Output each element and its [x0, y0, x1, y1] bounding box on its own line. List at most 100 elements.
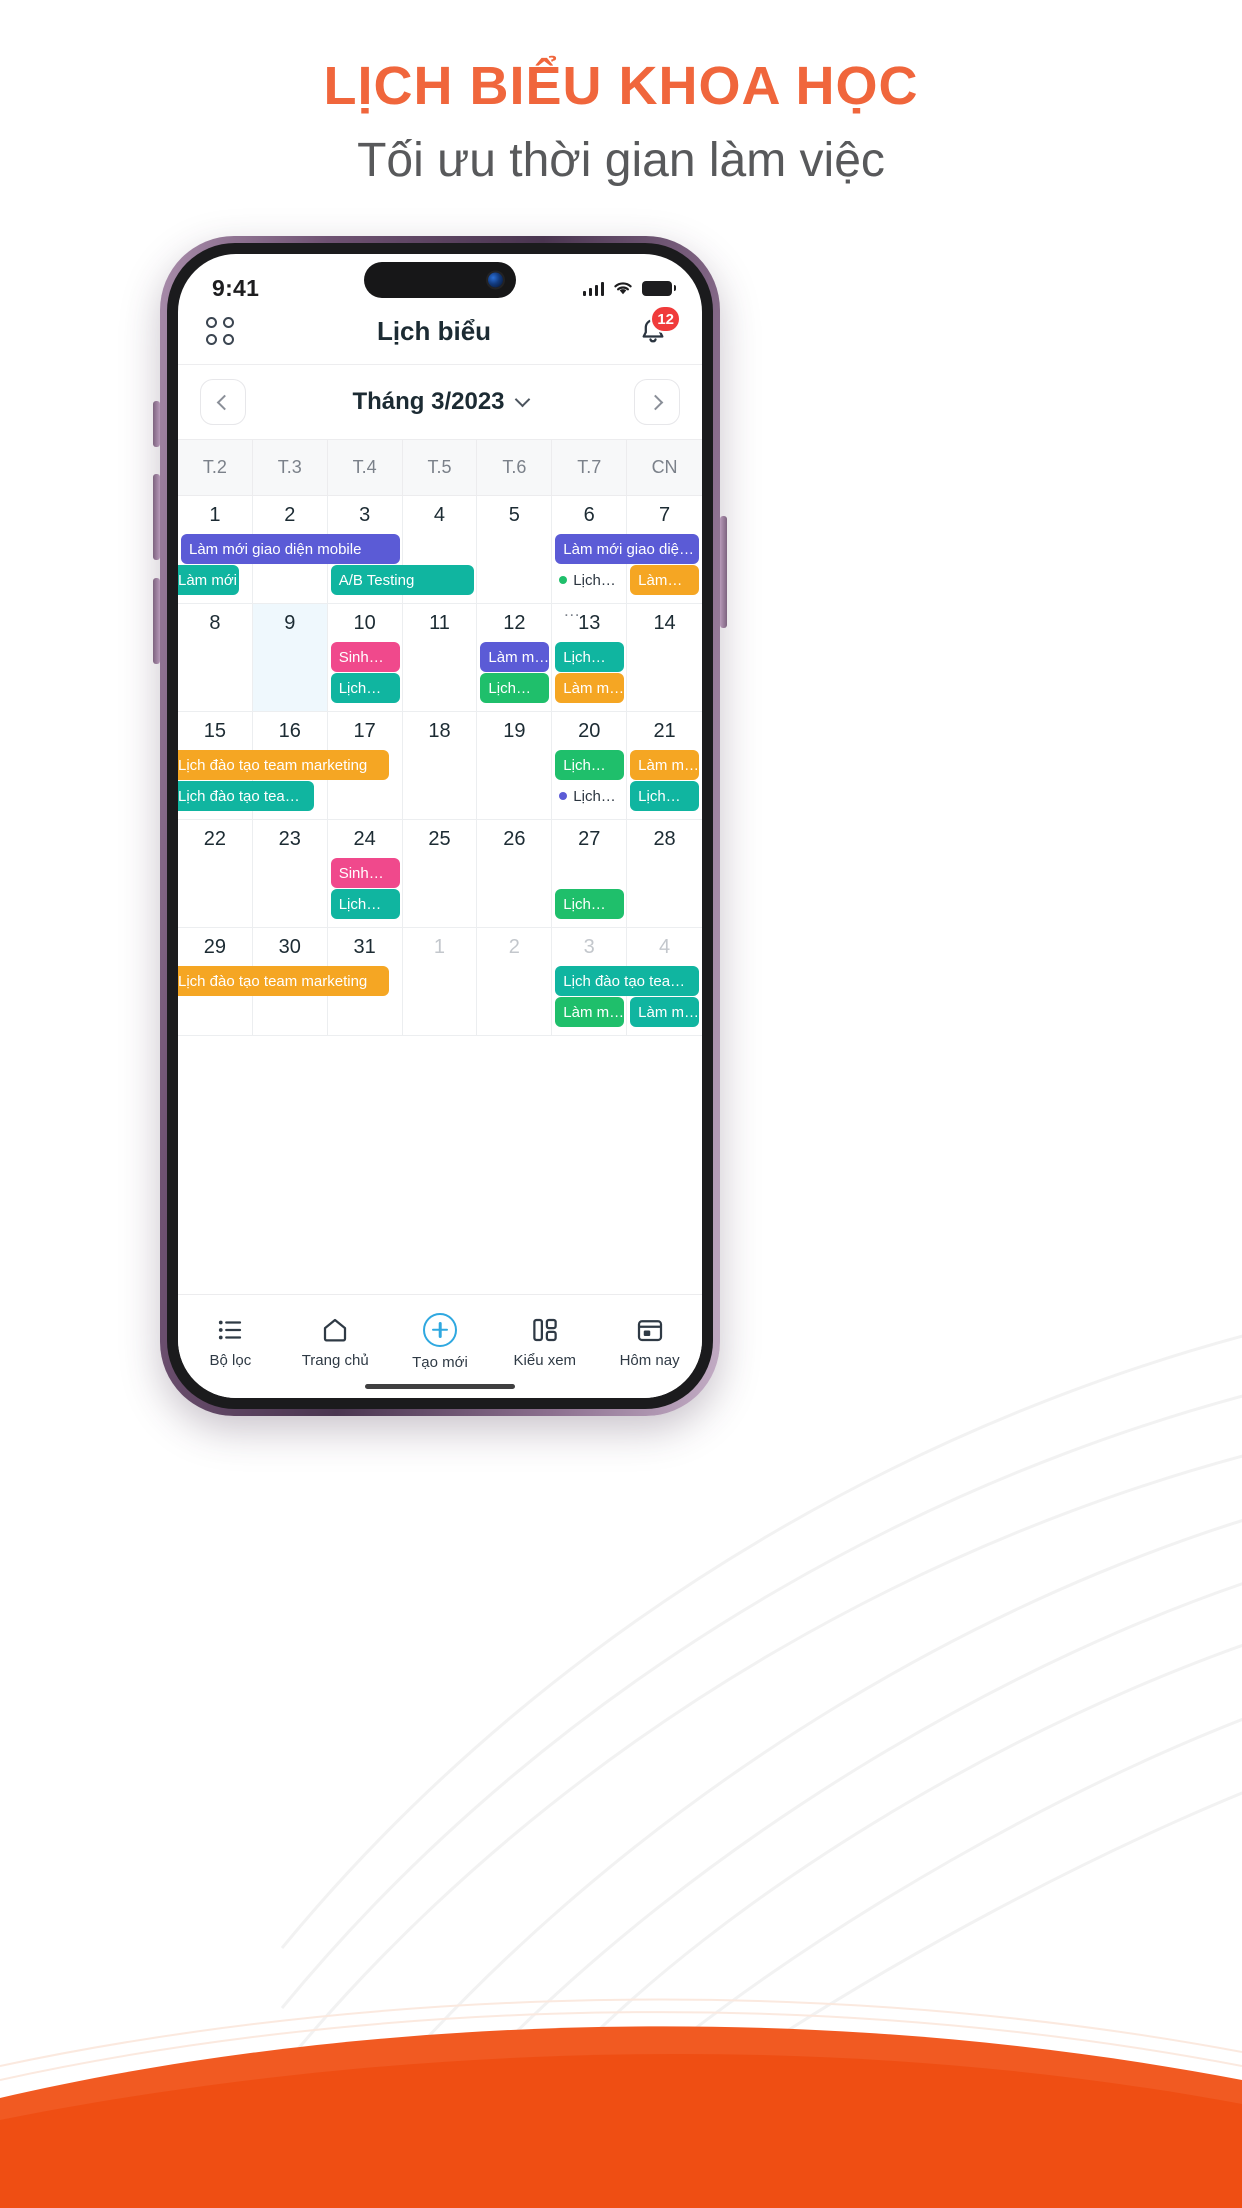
- calendar-event[interactable]: Lịch…: [555, 565, 624, 595]
- day-number: 31: [353, 936, 376, 958]
- calendar-day-cell[interactable]: 19: [477, 712, 553, 820]
- app-bar: Lịch biểu 12: [178, 305, 702, 365]
- month-label: Tháng 3/2023: [352, 388, 505, 415]
- weekday-2: T.4: [328, 440, 403, 495]
- calendar-event[interactable]: Lịch đào tạo team marketing: [178, 750, 389, 780]
- day-number: 11: [429, 612, 450, 634]
- weekday-6: CN: [651, 457, 678, 477]
- calendar-today-icon: [635, 1315, 665, 1345]
- calendar-event[interactable]: Lịch…: [330, 673, 400, 703]
- calendar-event[interactable]: Lịch…: [630, 781, 699, 811]
- battery-icon: [642, 280, 676, 296]
- calendar-day-cell[interactable]: 26: [477, 820, 553, 928]
- calendar-event[interactable]: Lịch đào tạo team marketing: [178, 966, 389, 996]
- day-number: 4: [433, 504, 446, 526]
- calendar-day-cell[interactable]: 22: [178, 820, 253, 928]
- calendar-day-cell[interactable]: 9: [252, 604, 328, 712]
- calendar-day-cell[interactable]: 8: [178, 604, 253, 712]
- day-number: 7: [659, 504, 671, 526]
- calendar-event[interactable]: Lịch…: [555, 889, 625, 919]
- calendar-event[interactable]: Làm…: [630, 565, 699, 595]
- calendar-event[interactable]: Lịch…: [555, 750, 625, 780]
- weekday-0: T.2: [178, 440, 253, 495]
- tab-label: Tạo mới: [412, 1353, 468, 1371]
- day-number: 21: [653, 720, 676, 742]
- dynamic-island: [364, 262, 516, 298]
- calendar-day-cell[interactable]: 28: [627, 820, 702, 928]
- chevron-down-icon: [514, 391, 530, 407]
- power-button[interactable]: [720, 516, 727, 628]
- tab-tạo-mới[interactable]: Tạo mới: [388, 1312, 493, 1371]
- phone-mockup: 9:41 Lịch biểu 12 Tháng 3/2023 T.2 T.3 T…: [160, 236, 720, 1416]
- notification-badge: 12: [650, 305, 681, 333]
- day-number: 5: [508, 504, 520, 526]
- event-dot: [559, 576, 568, 584]
- calendar-event[interactable]: Lịch…: [555, 781, 624, 811]
- volume-up-button[interactable]: [153, 474, 160, 560]
- calendar-event[interactable]: Sinh…: [330, 642, 400, 672]
- calendar-event[interactable]: Làm mới giao diệ…: [555, 534, 699, 564]
- tab-label: Kiểu xem: [513, 1351, 577, 1369]
- day-number: 15: [203, 720, 227, 742]
- calendar-event[interactable]: Làm m…: [480, 642, 550, 672]
- orange-wave: [0, 1998, 1242, 2208]
- calendar-day-cell[interactable]: 23: [252, 820, 328, 928]
- calendar-event[interactable]: Làm m…: [630, 750, 699, 780]
- weekday-5: T.7: [552, 440, 628, 495]
- day-number: 30: [278, 936, 301, 958]
- page-subtitle: Tối ưu thời gian làm việc: [357, 134, 885, 187]
- calendar-event[interactable]: Làm m…: [555, 673, 625, 703]
- bottom-navigation: Bộ lọc Trang chủ Tạo mới Kiểu xem Hôm nay: [178, 1294, 702, 1398]
- day-number: 1: [433, 936, 446, 958]
- grid-apps-icon[interactable]: [206, 317, 234, 345]
- day-number: 27: [578, 828, 601, 850]
- weekday-4: T.6: [477, 440, 553, 495]
- calendar-day-cell[interactable]: 5: [477, 496, 553, 604]
- event-label: Lịch…: [573, 787, 616, 805]
- next-month-button[interactable]: [634, 379, 680, 425]
- calendar-event[interactable]: Lịch…: [330, 889, 400, 919]
- calendar-day-cell[interactable]: 11: [402, 604, 478, 712]
- calendar-event[interactable]: Làm mới giao diện mobile: [181, 534, 400, 564]
- tab-hôm-nay[interactable]: Hôm nay: [597, 1315, 702, 1369]
- calendar-day-cell[interactable]: 2: [477, 928, 553, 1036]
- calendar-day-cell[interactable]: 1: [402, 928, 478, 1036]
- mute-switch[interactable]: [153, 401, 160, 447]
- calendar-event[interactable]: Lịch đào tạo tea…: [178, 781, 314, 811]
- event-label: Lịch…: [573, 571, 616, 589]
- calendar-event[interactable]: Làm mới giao…: [178, 565, 239, 595]
- filter-list-icon: [215, 1315, 245, 1345]
- day-number: 12: [503, 612, 526, 634]
- calendar-day-cell[interactable]: 25: [402, 820, 478, 928]
- calendar-event[interactable]: Lịch đào tạo tea…: [555, 966, 699, 996]
- plus-circle-icon: [422, 1312, 457, 1347]
- day-number: 22: [203, 828, 227, 850]
- day-number: 8: [209, 612, 221, 634]
- layout-view-icon: [530, 1315, 560, 1345]
- wifi-icon: [614, 282, 632, 295]
- tab-trang-chủ[interactable]: Trang chủ: [283, 1315, 388, 1369]
- tab-label: Bộ lọc: [209, 1351, 252, 1369]
- calendar-event[interactable]: Lịch…: [555, 642, 625, 672]
- status-time: 9:41: [212, 274, 260, 301]
- calendar-day-cell[interactable]: 18: [402, 712, 478, 820]
- calendar-event[interactable]: Làm m…: [630, 997, 699, 1027]
- month-selector[interactable]: Tháng 3/2023: [352, 388, 530, 416]
- tab-kiểu-xem[interactable]: Kiểu xem: [492, 1315, 597, 1369]
- notifications-button[interactable]: 12: [634, 305, 681, 350]
- day-number: 2: [284, 504, 296, 526]
- previous-month-button[interactable]: [200, 379, 246, 425]
- calendar-event[interactable]: Làm m…: [555, 997, 625, 1027]
- volume-down-button[interactable]: [153, 578, 160, 664]
- calendar-day-cell[interactable]: 14: [627, 604, 702, 712]
- calendar-event[interactable]: …: [555, 596, 624, 626]
- day-number: 9: [284, 612, 296, 634]
- phone-bezel: 9:41 Lịch biểu 12 Tháng 3/2023 T.2 T.3 T…: [167, 243, 713, 1409]
- tab-bộ-lọc[interactable]: Bộ lọc: [178, 1315, 283, 1369]
- calendar-event[interactable]: Lịch…: [480, 673, 550, 703]
- day-number: 29: [203, 936, 227, 958]
- month-navigation: Tháng 3/2023: [178, 365, 702, 439]
- calendar-event[interactable]: Sinh…: [330, 858, 400, 888]
- day-number: 10: [353, 612, 376, 634]
- calendar-event[interactable]: A/B Testing: [330, 565, 475, 595]
